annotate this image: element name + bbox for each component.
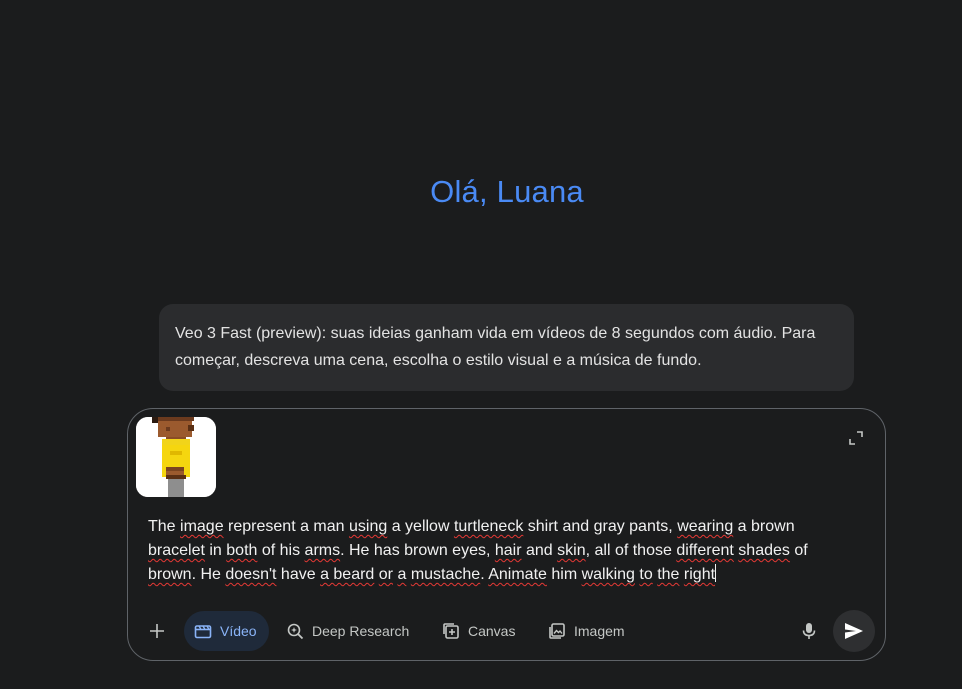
image-button[interactable]: Imagem	[548, 611, 625, 651]
expand-composer-button[interactable]	[845, 427, 867, 449]
prompt-text-input[interactable]: The image represent a man using a yellow…	[148, 515, 848, 587]
send-icon	[845, 623, 863, 639]
search-sparkle-icon	[287, 623, 304, 640]
image-label: Imagem	[574, 623, 625, 639]
send-button[interactable]	[833, 610, 875, 652]
microphone-icon	[802, 623, 816, 639]
text-caret	[715, 564, 717, 582]
plus-icon	[150, 624, 164, 638]
canvas-label: Canvas	[468, 623, 516, 639]
image-gallery-icon	[549, 623, 565, 639]
attached-image-thumbnail[interactable]	[136, 417, 216, 497]
add-attachment-button[interactable]	[144, 611, 170, 651]
prompt-composer[interactable]: The image represent a man using a yellow…	[127, 408, 886, 661]
veo-info-card: Veo 3 Fast (preview): suas ideias ganham…	[159, 304, 854, 391]
prompt-line-3: brown. He doesn't have a beard or a must…	[148, 564, 717, 583]
greeting-title: Olá, Luana	[430, 174, 584, 209]
clapperboard-icon	[194, 625, 212, 639]
prompt-line-2: bracelet in both of his arms. He has bro…	[148, 542, 808, 559]
canvas-icon	[443, 623, 459, 639]
composer-toolbar: Vídeo Deep Research Canvas Imagem	[138, 610, 875, 653]
pixel-character-image	[136, 417, 216, 497]
expand-icon	[849, 431, 863, 445]
microphone-button[interactable]	[798, 611, 820, 651]
app-screen: Olá, Luana Veo 3 Fast (preview): suas id…	[0, 0, 962, 689]
prompt-line-1: The image represent a man using a yellow…	[148, 518, 795, 535]
deep-research-button[interactable]: Deep Research	[286, 611, 409, 651]
deep-research-label: Deep Research	[312, 623, 410, 639]
video-tool-label: Vídeo	[220, 623, 257, 639]
canvas-button[interactable]: Canvas	[442, 611, 515, 651]
video-tool-button[interactable]: Vídeo	[184, 611, 269, 651]
